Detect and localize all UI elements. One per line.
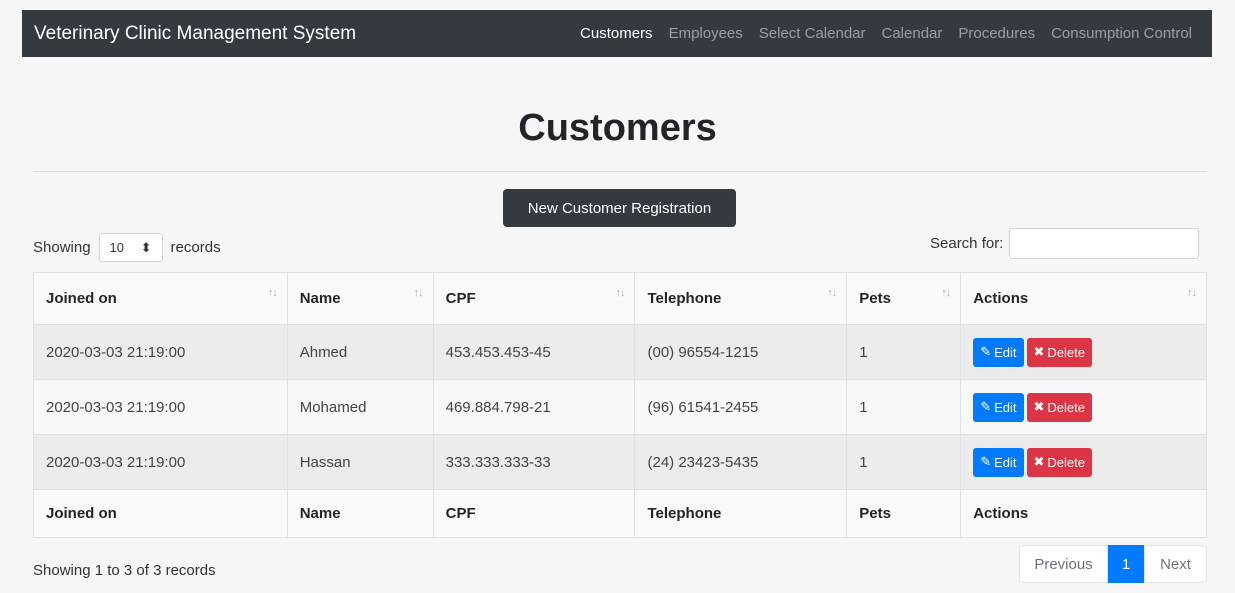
footer-cpf: CPF <box>432 489 636 538</box>
search-control: Search for: <box>930 228 1200 259</box>
column-header-cpf[interactable]: CPF ↑↓ <box>432 272 636 325</box>
pagination-page-1[interactable]: 1 <box>1108 545 1144 583</box>
cell-actions: ✎ Edit ✖ Delete <box>960 379 1207 435</box>
cell-joined: 2020-03-03 21:19:00 <box>33 324 288 380</box>
column-header-telephone[interactable]: Telephone ↑↓ <box>634 272 848 325</box>
sort-arrows-icon: ↑↓ <box>827 287 837 299</box>
cell-pets: 1 <box>846 324 962 380</box>
nav-item-consumption-control[interactable]: Consumption Control <box>1043 10 1200 57</box>
sort-arrows-icon: ↑↓ <box>267 287 278 299</box>
footer-name: Name <box>286 489 434 538</box>
footer-telephone: Telephone <box>634 489 848 538</box>
top-navbar: Veterinary Clinic Management System Cust… <box>22 10 1212 57</box>
updown-caret-icon: ⬍ <box>140 239 152 255</box>
cell-actions: ✎ Edit ✖ Delete <box>960 324 1207 380</box>
cell-joined: 2020-03-03 21:19:00 <box>33 379 288 435</box>
length-control: Showing 10 ⬍ records <box>33 233 221 262</box>
length-prefix: Showing <box>33 239 91 256</box>
records-per-page-value: 10 <box>109 240 125 255</box>
cell-pets: 1 <box>846 379 962 435</box>
column-header-actions[interactable]: Actions ↑↓ <box>960 272 1207 325</box>
new-customer-button[interactable]: New Customer Registration <box>503 189 736 227</box>
column-header-joined-on[interactable]: Joined on ↑↓ <box>33 272 288 325</box>
table-row: 2020-03-03 21:19:00 Hassan 333.333.333-3… <box>33 434 1207 490</box>
cell-telephone: (96) 61541-2455 <box>634 379 848 435</box>
footer-joined-on: Joined on <box>33 489 288 538</box>
nav-item-select-calendar[interactable]: Select Calendar <box>751 10 874 57</box>
column-header-pets[interactable]: Pets ↑↓ <box>846 272 962 325</box>
edit-button[interactable]: ✎ Edit <box>973 447 1024 477</box>
sort-arrows-icon: ↑↓ <box>615 287 625 299</box>
table-row: 2020-03-03 21:19:00 Ahmed 453.453.453-45… <box>33 324 1207 380</box>
pagination: Previous 1 Next <box>1019 545 1207 583</box>
footer-pets: Pets <box>846 489 962 538</box>
edit-button[interactable]: ✎ Edit <box>973 392 1024 422</box>
pagination-next[interactable]: Next <box>1144 545 1207 583</box>
nav-item-employees[interactable]: Employees <box>661 10 751 57</box>
table-row: 2020-03-03 21:19:00 Mohamed 469.884.798-… <box>33 379 1207 435</box>
delete-x-icon: ✖ <box>1033 344 1045 359</box>
cell-name: Ahmed <box>286 324 434 380</box>
nav-item-calendar[interactable]: Calendar <box>874 10 951 57</box>
cell-telephone: (24) 23423-5435 <box>634 434 848 490</box>
delete-button[interactable]: ✖ Delete <box>1026 392 1092 422</box>
edit-button[interactable]: ✎ Edit <box>973 337 1024 367</box>
search-label: Search for: <box>930 235 1004 252</box>
cell-cpf: 453.453.453-45 <box>432 324 636 380</box>
column-header-name[interactable]: Name ↑↓ <box>286 272 434 325</box>
footer-actions: Actions <box>960 489 1207 538</box>
cell-name: Mohamed <box>286 379 434 435</box>
edit-icon: ✎ <box>980 344 992 359</box>
cell-cpf: 469.884.798-21 <box>432 379 636 435</box>
nav-item-customers[interactable]: Customers <box>572 10 661 57</box>
delete-x-icon: ✖ <box>1033 399 1045 414</box>
nav-item-procedures[interactable]: Procedures <box>950 10 1043 57</box>
delete-button[interactable]: ✖ Delete <box>1026 447 1092 477</box>
cell-cpf: 333.333.333-33 <box>432 434 636 490</box>
cell-pets: 1 <box>846 434 962 490</box>
cell-name: Hassan <box>286 434 434 490</box>
delete-button[interactable]: ✖ Delete <box>1026 337 1092 367</box>
sort-arrows-icon: ↑↓ <box>941 287 951 299</box>
records-per-page-select[interactable]: 10 ⬍ <box>98 233 163 262</box>
table-info: Showing 1 to 3 of 3 records <box>33 562 216 579</box>
sort-arrows-icon: ↑↓ <box>413 287 424 299</box>
pagination-previous[interactable]: Previous <box>1019 545 1108 583</box>
nav-menu: Customers Employees Select Calendar Cale… <box>572 10 1200 57</box>
search-input[interactable] <box>1009 228 1200 259</box>
page-title: Customers <box>518 107 717 149</box>
table-footer-row: Joined on Name CPF Telephone Pets Action… <box>33 489 1207 538</box>
cell-joined: 2020-03-03 21:19:00 <box>33 434 288 490</box>
edit-icon: ✎ <box>980 454 992 469</box>
length-suffix: records <box>170 239 221 256</box>
sort-arrows-icon: ↑↓ <box>1187 287 1197 299</box>
delete-x-icon: ✖ <box>1033 454 1045 469</box>
customers-table: Joined on ↑↓ Name ↑↓ CPF ↑↓ Telephone ↑↓ Pet… <box>33 272 1207 538</box>
table-header-row: Joined on ↑↓ Name ↑↓ CPF ↑↓ Telephone ↑↓ Pet… <box>33 272 1207 325</box>
app-brand[interactable]: Veterinary Clinic Management System <box>34 23 356 45</box>
title-divider <box>33 171 1207 172</box>
cell-actions: ✎ Edit ✖ Delete <box>960 434 1207 490</box>
edit-icon: ✎ <box>980 399 992 414</box>
cell-telephone: (00) 96554-1215 <box>634 324 848 380</box>
